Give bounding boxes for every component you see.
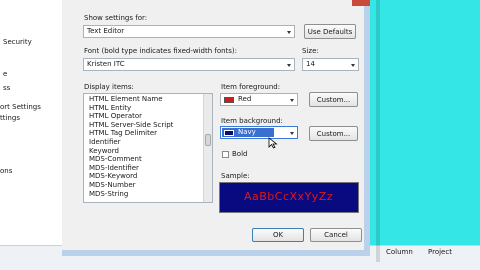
show-settings-label: Show settings for:: [84, 14, 148, 22]
list-item[interactable]: MDS-Number: [84, 181, 204, 190]
foreground-swatch: [224, 97, 234, 103]
sample-text: AaBbCcXxYyZz: [244, 190, 334, 203]
list-item[interactable]: HTML Operator: [84, 112, 204, 121]
tree-item-ss[interactable]: ss: [3, 84, 10, 92]
size-combo[interactable]: 14: [302, 58, 359, 71]
ok-button[interactable]: OK: [252, 228, 304, 242]
background-swatch: [224, 130, 234, 136]
item-foreground-label: Item foreground:: [221, 83, 281, 91]
options-tree-panel: [0, 0, 62, 245]
item-foreground-value: Red: [238, 95, 252, 103]
background-custom-button[interactable]: Custom...: [309, 126, 358, 141]
list-item[interactable]: MDS-Comment: [84, 155, 204, 164]
cancel-button[interactable]: Cancel: [310, 228, 362, 242]
item-foreground-combo[interactable]: Red: [220, 93, 298, 106]
dialog-close-button[interactable]: [352, 0, 370, 6]
bold-label: Bold: [232, 150, 248, 158]
status-project: Project: [428, 248, 452, 256]
item-background-combo[interactable]: Navy: [220, 126, 298, 139]
foreground-custom-button[interactable]: Custom...: [309, 92, 358, 107]
list-item[interactable]: MDS-Keyword: [84, 172, 204, 181]
tree-item-settings[interactable]: ttings: [0, 114, 20, 122]
desktop-background: [370, 0, 480, 245]
font-label: Font (bold type indicates fixed-width fo…: [84, 47, 238, 55]
tree-item-security[interactable]: Security: [3, 38, 32, 46]
tree-item-import-settings[interactable]: ort Settings: [0, 103, 41, 111]
tree-item-options[interactable]: ons: [0, 167, 12, 175]
scrollbar-thumb[interactable]: [205, 134, 211, 146]
size-value: 14: [306, 60, 315, 68]
item-background-label: Item background:: [221, 117, 283, 125]
list-item[interactable]: MDS-String: [84, 190, 204, 199]
display-items-list[interactable]: HTML Element Name HTML Entity HTML Opera…: [83, 93, 213, 203]
font-combo[interactable]: Kristen ITC: [83, 58, 295, 71]
chevron-down-icon: [290, 131, 294, 135]
tree-item-e[interactable]: e: [3, 70, 7, 78]
display-items-label: Display items:: [84, 83, 134, 91]
sample-label: Sample:: [221, 172, 250, 180]
size-label: Size:: [302, 47, 319, 55]
sample-preview: AaBbCcXxYyZz: [219, 182, 359, 213]
list-item[interactable]: HTML Tag Delimiter: [84, 129, 204, 138]
bold-checkbox[interactable]: [222, 151, 229, 158]
list-item[interactable]: Keyword: [84, 147, 204, 156]
chevron-down-icon: [290, 98, 294, 102]
dialog-shadow: [376, 0, 380, 262]
item-background-value: Navy: [238, 128, 256, 136]
list-scrollbar[interactable]: [203, 94, 212, 202]
chevron-down-icon: [287, 63, 291, 67]
chevron-down-icon: [287, 30, 291, 34]
show-settings-value: Text Editor: [87, 27, 125, 35]
chevron-down-icon: [351, 63, 355, 67]
list-item[interactable]: MDS-Identifier: [84, 164, 204, 173]
show-settings-combo[interactable]: Text Editor: [83, 25, 295, 38]
list-item[interactable]: HTML Entity: [84, 104, 204, 113]
list-item[interactable]: Identifier: [84, 138, 204, 147]
list-item[interactable]: HTML Server-Side Script: [84, 121, 204, 130]
mouse-cursor-icon: [268, 137, 278, 149]
use-defaults-button[interactable]: Use Defaults: [304, 24, 356, 39]
list-item[interactable]: HTML Element Name: [84, 95, 204, 104]
status-column: Column: [386, 248, 413, 256]
font-value: Kristen ITC: [87, 60, 125, 68]
